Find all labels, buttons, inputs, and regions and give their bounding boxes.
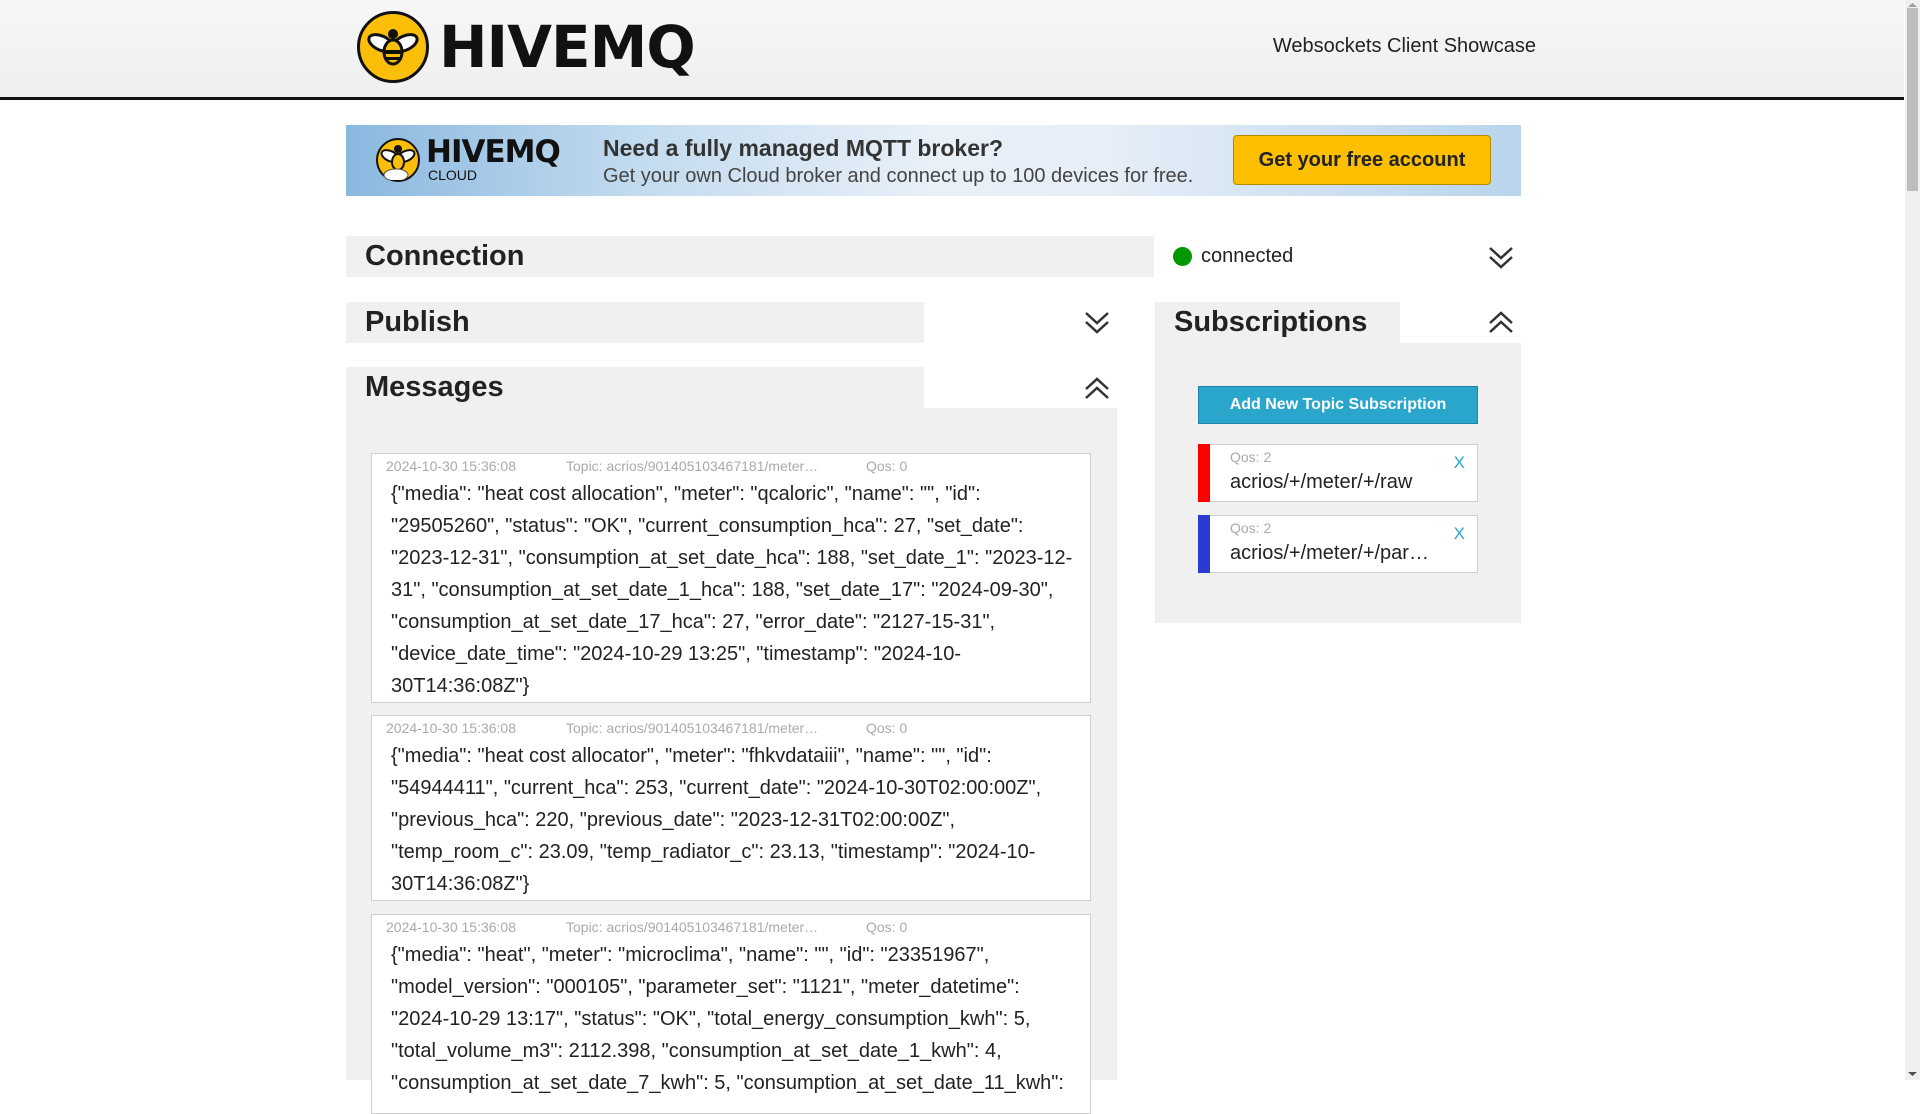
hivemq-logo[interactable]: HIVEMQ	[357, 11, 696, 83]
subscriptions-collapse-chevron-icon[interactable]	[1486, 308, 1516, 338]
message-payload: {"media": "heat", "meter": "microclima",…	[391, 944, 1064, 1094]
remove-subscription-button[interactable]: X	[1454, 524, 1465, 544]
connection-status: connected	[1173, 245, 1293, 268]
bee-cloud-icon	[376, 137, 420, 182]
messages-section-header[interactable]: Messages	[346, 367, 924, 408]
app-header: HIVEMQ Websockets Client Showcase	[0, 0, 1904, 100]
message-payload: {"media": "heat cost allocator", "meter"…	[391, 745, 1042, 895]
banner-subtitle: Get your own Cloud broker and connect up…	[603, 165, 1194, 187]
hivemq-cloud-logo: HIVEMQ CLOUD	[376, 134, 561, 183]
publish-expand-chevron-icon[interactable]	[1082, 308, 1112, 338]
subscription-item[interactable]: Qos: 2 acrios/+/meter/+/parsed X	[1198, 515, 1478, 573]
subscription-topic: acrios/+/meter/+/raw	[1230, 471, 1413, 493]
connection-title: Connection	[365, 240, 525, 272]
subscription-topic: acrios/+/meter/+/parsed	[1230, 542, 1435, 564]
subscriptions-title: Subscriptions	[1174, 306, 1368, 338]
subscription-item[interactable]: Qos: 2 acrios/+/meter/+/raw X	[1198, 444, 1478, 502]
message-time: 2024-10-30 15:36:08	[386, 458, 516, 474]
publish-section-header[interactable]: Publish	[346, 302, 924, 343]
subscription-color-bar[interactable]	[1198, 515, 1210, 573]
message-item: 2024-10-30 15:36:08 Topic: acrios/901405…	[371, 453, 1091, 703]
status-indicator-icon	[1173, 247, 1192, 266]
message-qos: Qos: 0	[866, 458, 908, 474]
message-item: 2024-10-30 15:36:08 Topic: acrios/901405…	[371, 914, 1091, 1114]
connection-section-header[interactable]: Connection	[346, 236, 1154, 277]
publish-title: Publish	[365, 306, 470, 338]
message-item: 2024-10-30 15:36:08 Topic: acrios/901405…	[371, 715, 1091, 901]
banner-logo-wordmark: HIVEMQ	[426, 134, 561, 170]
logo-wordmark: HIVEMQ	[439, 13, 696, 81]
remove-subscription-button[interactable]: X	[1454, 453, 1465, 473]
message-topic: Topic: acrios/901405103467181/meter…	[566, 458, 819, 474]
message-topic: Topic: acrios/901405103467181/meter…	[566, 720, 819, 736]
message-topic: Topic: acrios/901405103467181/meter…	[566, 919, 819, 935]
page-scrollbar[interactable]	[1905, 0, 1920, 1080]
cloud-promo-banner: HIVEMQ CLOUD Need a fully managed MQTT b…	[346, 125, 1521, 196]
banner-logo-sub: CLOUD	[428, 167, 478, 183]
message-time: 2024-10-30 15:36:08	[386, 720, 516, 736]
bee-icon	[357, 11, 429, 83]
get-free-account-button[interactable]: Get your free account	[1233, 135, 1491, 185]
connection-expand-chevron-icon[interactable]	[1486, 243, 1516, 273]
subscription-qos: Qos: 2	[1230, 520, 1272, 536]
scroll-thumb[interactable]	[1907, 8, 1918, 191]
subscription-color-bar[interactable]	[1198, 444, 1210, 502]
subscription-qos: Qos: 2	[1230, 449, 1272, 465]
message-payload: {"media": "heat cost allocation", "meter…	[391, 483, 1073, 697]
header-title: Websockets Client Showcase	[1272, 35, 1536, 57]
messages-title: Messages	[365, 371, 504, 403]
add-topic-subscription-button[interactable]: Add New Topic Subscription	[1198, 386, 1478, 424]
banner-title: Need a fully managed MQTT broker?	[603, 135, 1004, 161]
message-qos: Qos: 0	[866, 720, 908, 736]
messages-collapse-chevron-icon[interactable]	[1082, 374, 1112, 404]
message-qos: Qos: 0	[866, 919, 908, 935]
message-time: 2024-10-30 15:36:08	[386, 919, 516, 935]
subscriptions-section-header[interactable]: Subscriptions	[1155, 302, 1400, 343]
scroll-down-arrow-icon[interactable]	[1907, 1070, 1918, 1078]
status-text: connected	[1201, 245, 1294, 267]
